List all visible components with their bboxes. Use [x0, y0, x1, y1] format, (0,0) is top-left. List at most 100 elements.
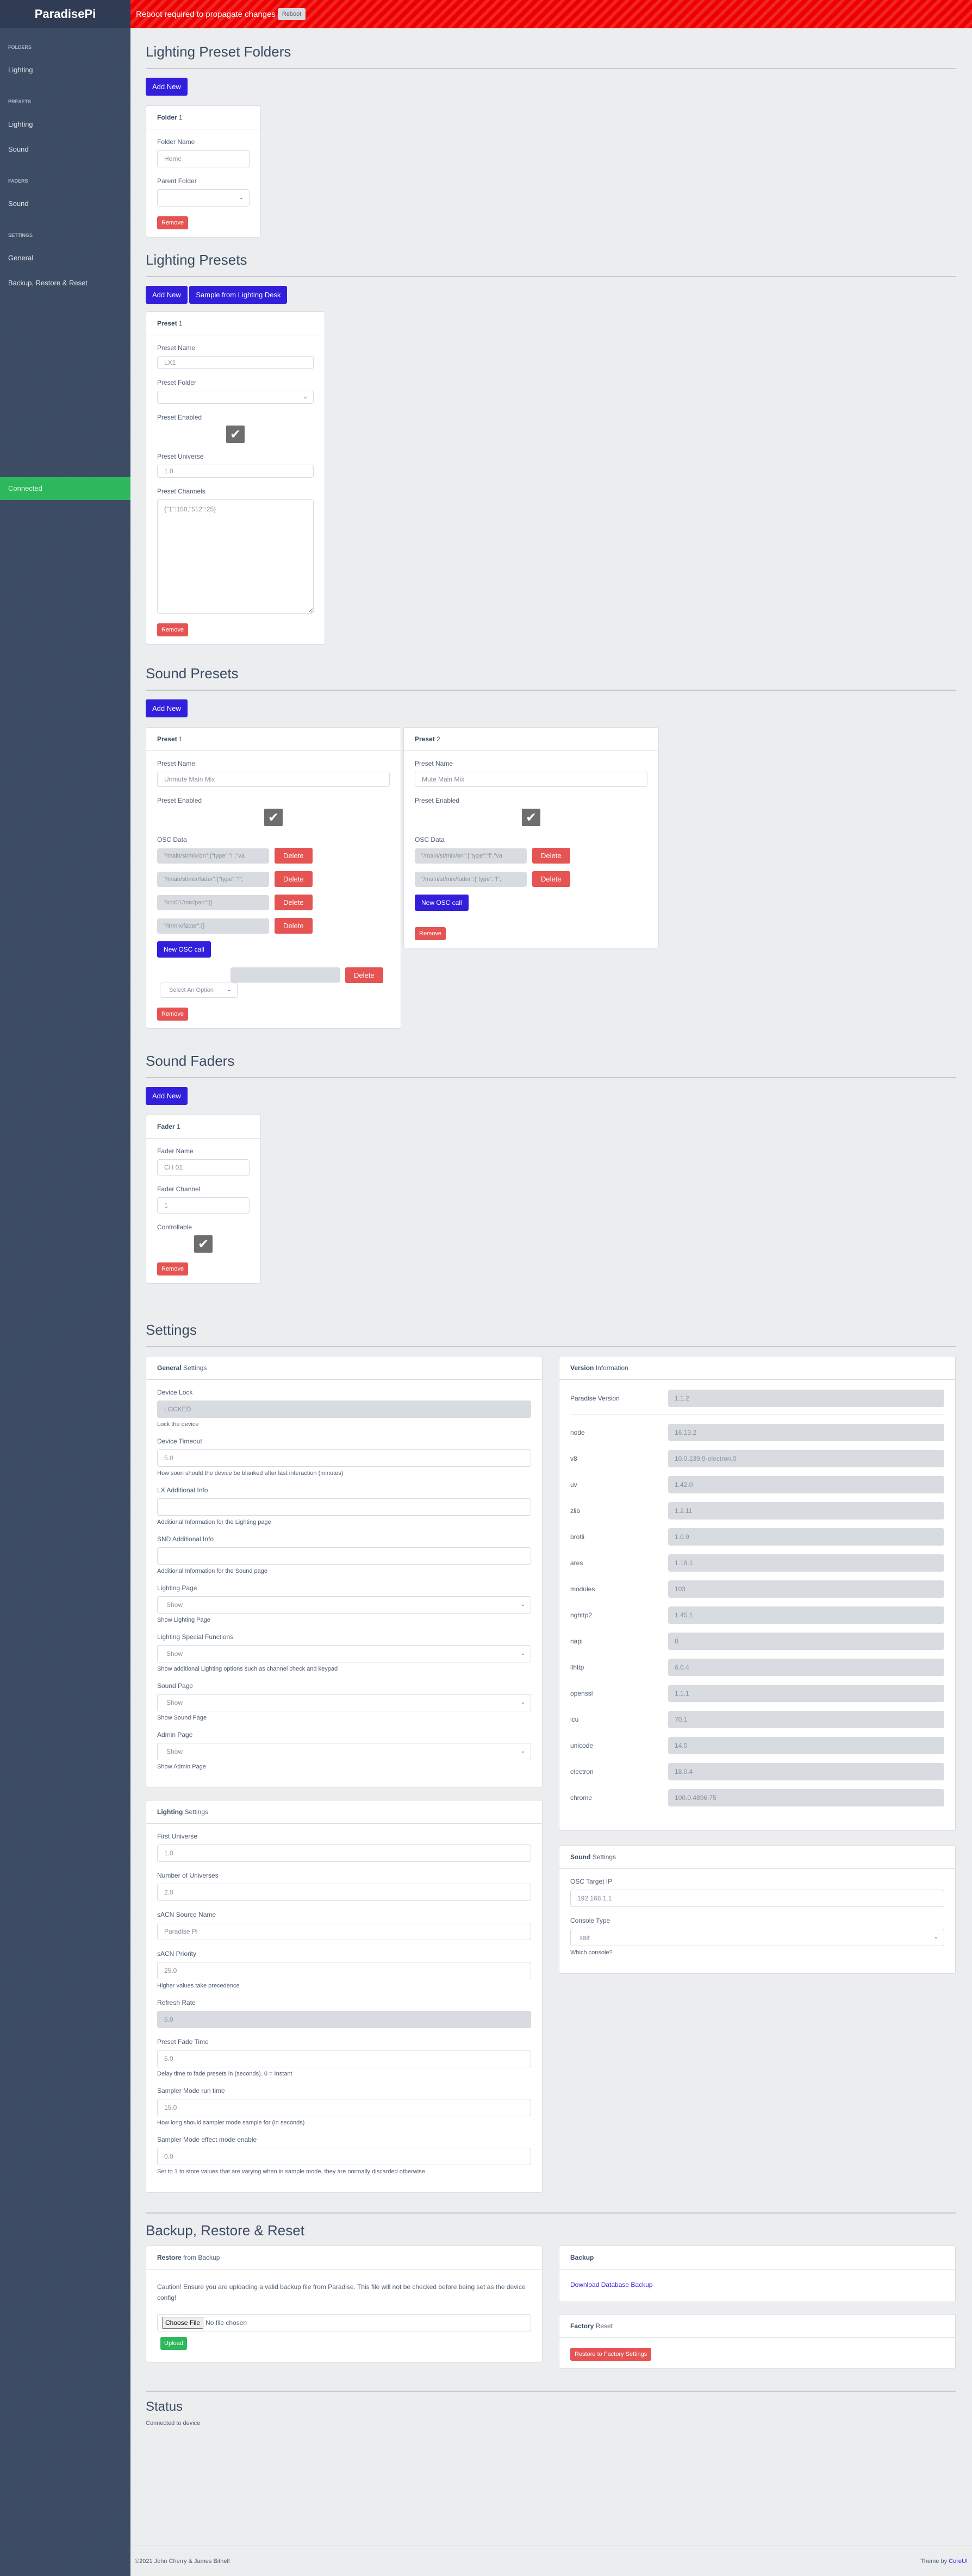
nav-folders: FOLDERS Lighting [0, 28, 130, 83]
setting-input[interactable] [157, 1449, 531, 1467]
fader-channel-input[interactable] [157, 1197, 250, 1214]
osc-data-input[interactable]: "/main/st/mix/fader":{"type":"f", [157, 871, 269, 887]
section-title-lighting-folders: Lighting Preset Folders [146, 43, 956, 69]
osc-data-input[interactable]: "/main/st/mix/on":{"type":"i","va [157, 848, 269, 864]
sound-preset-enabled-checkbox[interactable]: ✔ [522, 809, 540, 826]
setting-select[interactable]: Show ⌄ [157, 1596, 531, 1614]
setting-help-text: Delay time to fade presets in (seconds).… [157, 2071, 292, 2077]
setting-input[interactable] [570, 1890, 944, 1907]
lighting-settings-body: First Universe Number of Universes sACN So… [146, 1824, 542, 2192]
setting-input[interactable] [157, 1884, 531, 1901]
setting-help-text: Show Admin Page [157, 1764, 206, 1770]
delete-osc-button[interactable]: Delete [275, 895, 313, 910]
remove-lighting-preset-button[interactable]: Remove [157, 623, 188, 636]
factory-reset-button[interactable]: Restore to Factory Settings [570, 2348, 652, 2361]
brand-logo[interactable]: ParadisePi [0, 0, 130, 28]
new-osc-call-button[interactable]: New OSC call [157, 941, 211, 958]
osc-row: "/main/st/mix/fader":{"type":"f", Delete [415, 871, 647, 887]
new-osc-entry: Delete Select An Option ⌄ [157, 967, 390, 1008]
parent-folder-select[interactable]: ⌄ [157, 189, 250, 207]
version-row: ares 1.18.1 [570, 1554, 944, 1572]
sidebar-item-presets-sound[interactable]: Sound [0, 137, 130, 162]
delete-osc-button[interactable]: Delete [275, 918, 313, 934]
nav-title-faders: FADERS [8, 178, 28, 184]
add-folder-button[interactable]: Add New [146, 78, 188, 96]
sample-lighting-desk-button[interactable]: Sample from Lighting Desk [189, 286, 288, 304]
remove-fader-button[interactable]: Remove [157, 1262, 188, 1276]
delete-osc-button[interactable]: Delete [275, 848, 313, 864]
delete-osc-button[interactable]: Delete [532, 871, 570, 887]
osc-data-input[interactable]: "/ch/01/mix/pan":{} [157, 895, 269, 910]
add-lighting-preset-button[interactable]: Add New [146, 286, 188, 304]
version-label: zlib [570, 1507, 581, 1515]
upload-button[interactable]: Upload [160, 2337, 187, 2350]
preset-universe-input[interactable] [157, 465, 314, 478]
choose-file-button[interactable]: Choose File [162, 2317, 204, 2329]
version-value: 14.0 [668, 1737, 944, 1754]
folder-name-input[interactable] [157, 150, 250, 167]
delete-osc-button[interactable]: Delete [532, 848, 570, 864]
sidebar-item-backup[interactable]: Backup, Restore & Reset [0, 271, 130, 296]
setting-label: Device Lock [157, 1389, 193, 1396]
preset-folder-select[interactable]: ⌄ [157, 391, 314, 404]
file-input[interactable]: Choose File No file chosen [157, 2314, 531, 2331]
preset-channels-textarea[interactable]: {"1":150,"512":25} [157, 499, 314, 614]
osc-data-input[interactable]: "/lr/mix/fader":{} [157, 918, 269, 934]
sidebar-item-presets-lighting[interactable]: Lighting [0, 112, 130, 137]
setting-select[interactable]: xair ⌄ [570, 1929, 944, 1946]
sound-preset-name-input[interactable] [157, 772, 390, 787]
version-label: napi [570, 1637, 583, 1645]
setting-input[interactable] [157, 2050, 531, 2067]
preset-name-input[interactable] [157, 356, 314, 369]
setting-input[interactable] [157, 1962, 531, 1979]
sound-presets-list: Preset 1 Preset Name Preset Enabled ✔ OS… [146, 727, 956, 1029]
fader-name-input[interactable] [157, 1159, 250, 1176]
osc-row: "/ch/01/mix/pan":{} Delete [157, 895, 390, 910]
add-fader-button[interactable]: Add New [146, 1087, 188, 1105]
setting-group: Device Timeout How soon should the device… [157, 1437, 531, 1477]
remove-sound-preset-button[interactable]: Remove [157, 1008, 188, 1021]
sound-preset-enabled-label: Preset Enabled [157, 797, 202, 804]
delete-new-osc-button[interactable]: Delete [345, 967, 383, 983]
version-label: llhttp [570, 1664, 584, 1671]
download-backup-link[interactable]: Download Database Backup [570, 2281, 652, 2289]
sound-preset-name-input[interactable] [415, 772, 647, 787]
osc-data-input[interactable]: "/main/st/mix/on":{"type":"i","va [415, 848, 527, 864]
sidebar-item-general[interactable]: General [0, 246, 130, 271]
version-row: modules 103 [570, 1580, 944, 1598]
remove-sound-preset-button[interactable]: Remove [415, 927, 446, 940]
reboot-button[interactable]: Reboot [277, 8, 306, 20]
version-label: unicode [570, 1742, 594, 1749]
preset-enabled-checkbox[interactable]: ✔ [226, 426, 245, 443]
version-value: 16.13.2 [668, 1424, 944, 1441]
sidebar-item-faders-sound[interactable]: Sound [0, 191, 130, 216]
version-info-header: Version Information [559, 1356, 955, 1380]
setting-input[interactable] [157, 2099, 531, 2116]
new-osc-call-button[interactable]: New OSC call [415, 895, 469, 911]
new-osc-input[interactable] [230, 967, 340, 983]
sound-preset-enabled-checkbox[interactable]: ✔ [264, 809, 283, 826]
add-sound-preset-button[interactable]: Add New [146, 699, 188, 717]
setting-input[interactable] [157, 1845, 531, 1862]
setting-input[interactable] [157, 1547, 531, 1565]
setting-help-text: Lock the device [157, 1421, 199, 1428]
factory-reset-card: Factory Reset Restore to Factory Setting… [559, 2314, 956, 2369]
setting-select[interactable]: Show ⌄ [157, 1694, 531, 1711]
setting-input[interactable] [157, 1498, 531, 1516]
sound-preset-header: Preset 2 [404, 728, 658, 751]
setting-group: Console Type xair ⌄ Which console? [570, 1917, 944, 1956]
sidebar-item-folders-lighting[interactable]: Lighting [0, 58, 130, 83]
controllable-checkbox[interactable]: ✔ [194, 1235, 213, 1253]
version-value: 10.0.139.9-electron.0 [668, 1450, 944, 1467]
connection-status-badge: Connected [0, 477, 130, 500]
delete-osc-button[interactable]: Delete [275, 871, 313, 887]
fader-card-header: Fader 1 [146, 1115, 260, 1139]
setting-select[interactable]: Show ⌄ [157, 1743, 531, 1760]
osc-data-input[interactable]: "/main/st/mix/fader":{"type":"f", [415, 871, 527, 887]
setting-select[interactable]: Show ⌄ [157, 1645, 531, 1662]
setting-input[interactable] [157, 2148, 531, 2165]
setting-input[interactable] [157, 1923, 531, 1940]
coreui-link[interactable]: CoreUI [949, 2558, 968, 2565]
osc-option-select[interactable]: Select An Option ⌄ [160, 983, 238, 998]
remove-folder-button[interactable]: Remove [157, 216, 188, 229]
